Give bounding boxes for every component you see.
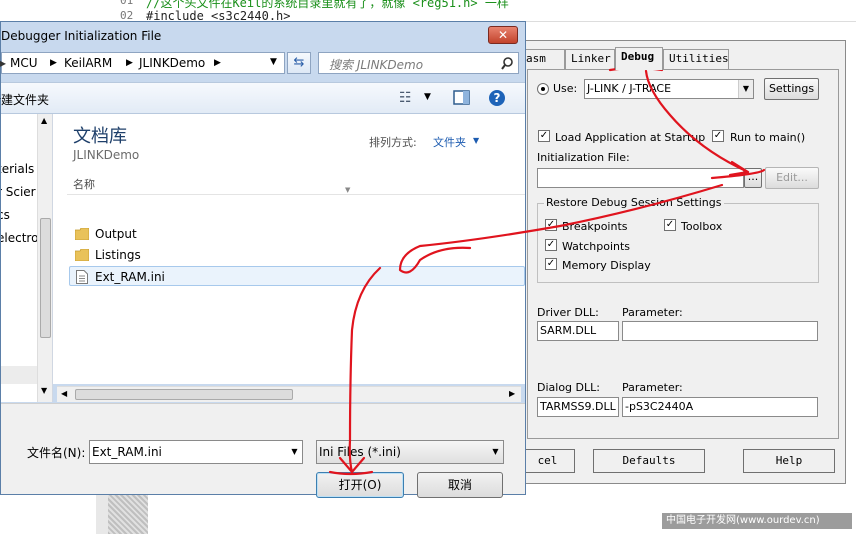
tab-debug[interactable]: Debug — [615, 47, 663, 70]
watermark: 中国电子开发网(www.ourdev.cn) — [662, 513, 852, 529]
arrow-to-open — [348, 266, 382, 474]
arrow-to-browse — [644, 69, 750, 174]
red-annotation-overlay — [328, 66, 766, 476]
curve-to-file — [398, 183, 724, 274]
